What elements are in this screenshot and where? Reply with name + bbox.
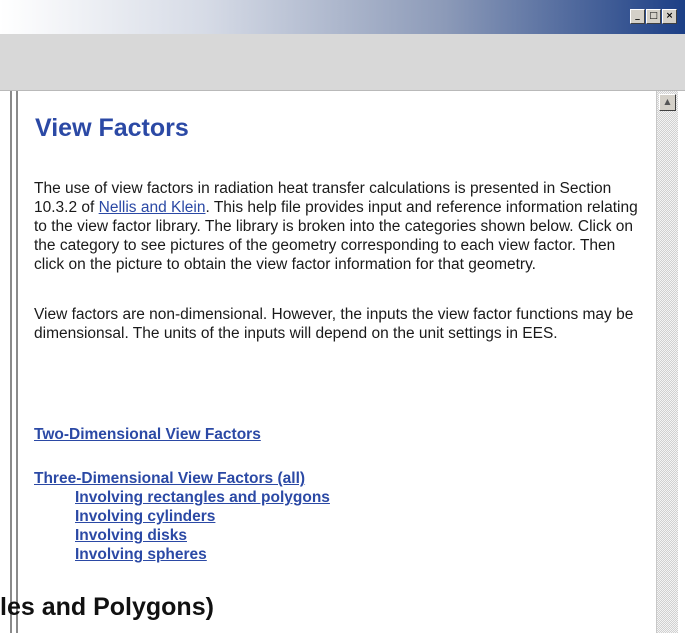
scroll-up-arrow-icon[interactable]: ▲ <box>659 94 676 111</box>
toolbar-area <box>0 34 685 91</box>
cylinders-link[interactable]: Involving cylinders <box>75 507 215 526</box>
units-paragraph: View factors are non-dimensional. Howeve… <box>34 306 634 342</box>
help-content-pane: View Factors The use of view factors in … <box>22 91 656 603</box>
spheres-link[interactable]: Involving spheres <box>75 545 207 564</box>
disks-link[interactable]: Involving disks <box>75 526 187 545</box>
page-title: View Factors <box>35 114 189 142</box>
maximize-button[interactable]: □ <box>646 9 661 24</box>
left-frame-border <box>0 91 22 633</box>
three-dimensional-view-factors-link[interactable]: Three-Dimensional View Factors (all) <box>34 469 305 488</box>
window-controls: _ □ × <box>630 9 677 24</box>
window-title-bar[interactable]: _ □ × <box>0 0 685 34</box>
close-button[interactable]: × <box>662 9 677 24</box>
minimize-button[interactable]: _ <box>630 9 645 24</box>
vertical-scrollbar[interactable]: ▲ <box>656 91 678 633</box>
frame-line <box>10 91 12 633</box>
frame-line <box>16 91 18 633</box>
intro-paragraph: The use of view factors in radiation hea… <box>34 179 644 274</box>
two-dimensional-view-factors-link[interactable]: Two-Dimensional View Factors <box>34 425 261 444</box>
background-document-caption: les and Polygons) <box>0 593 214 621</box>
rectangles-polygons-link[interactable]: Involving rectangles and polygons <box>75 488 330 507</box>
nellis-klein-link[interactable]: Nellis and Klein <box>99 199 206 216</box>
